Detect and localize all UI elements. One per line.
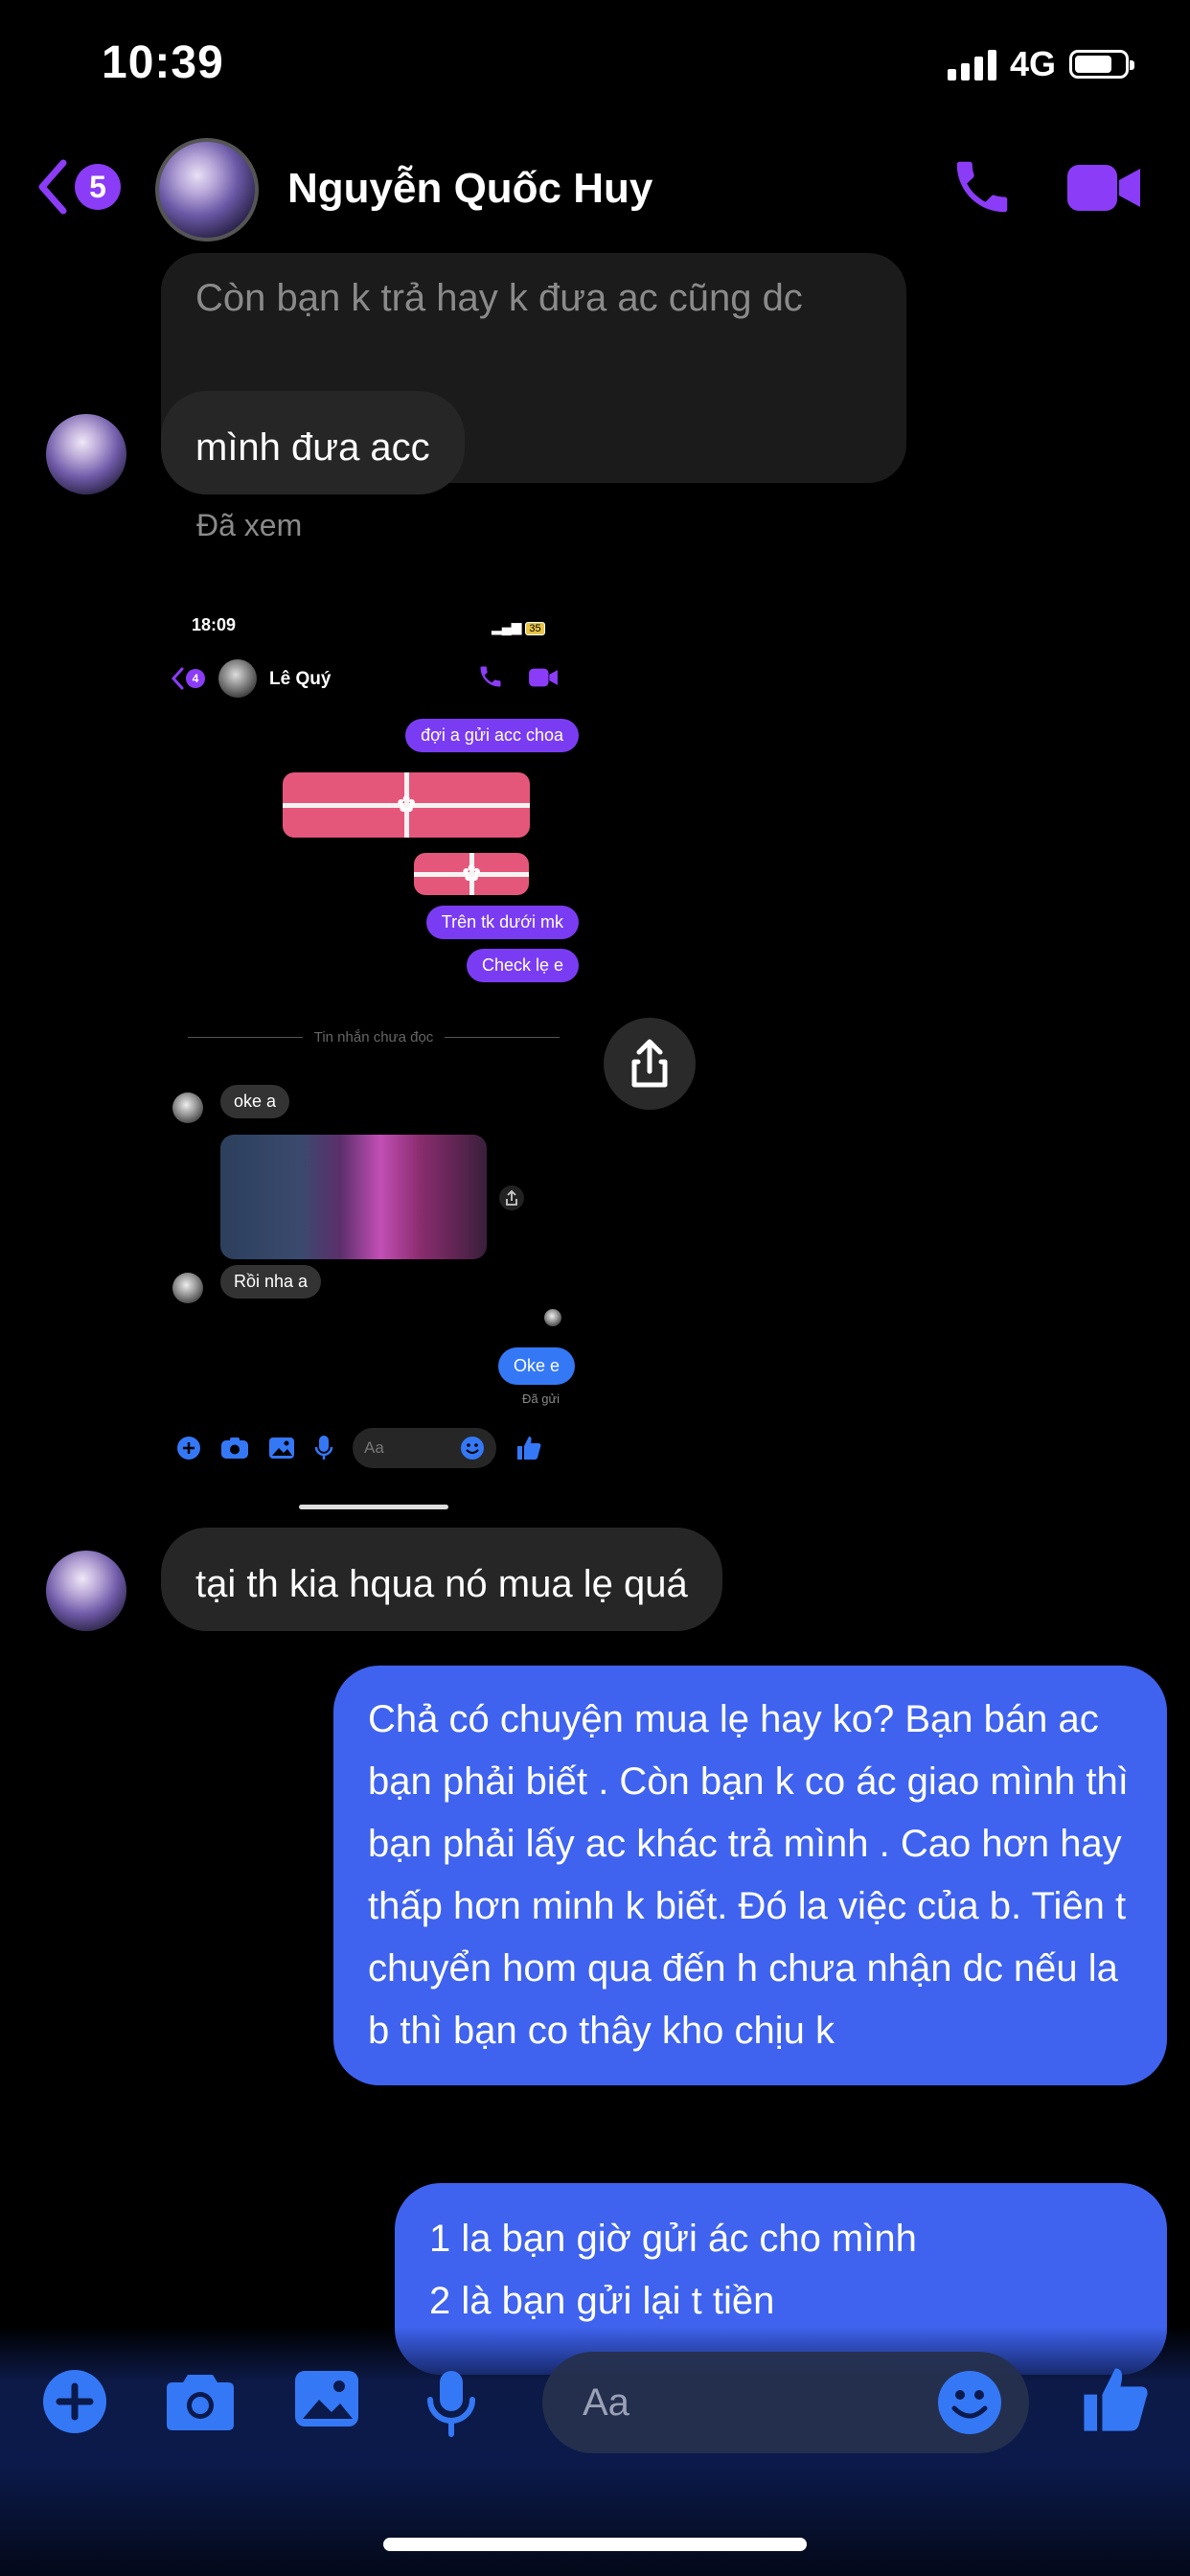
seen-label: Đã xem [196,508,303,542]
screenshot-sender-avatar [172,1273,203,1303]
status-indicators: 4G [947,44,1134,84]
microphone-icon [314,1436,333,1460]
gift-sticker: ✿ [283,772,530,838]
outgoing-message[interactable]: Chả có chuyện mua lẹ hay ko? Bạn bán ac … [333,1666,1167,2085]
plus-icon [177,1437,200,1460]
image-icon [295,2371,358,2426]
home-indicator [383,2538,807,2551]
message-input[interactable]: Aa [542,2352,1029,2453]
video-camera-icon [1067,165,1140,211]
more-actions-button[interactable] [42,2369,107,2439]
chevron-left-icon [38,159,67,215]
camera-icon [221,1438,248,1459]
camera-icon [167,2375,234,2430]
camera-button[interactable] [165,2369,236,2437]
unread-divider: Tin nhắn chưa đọc [188,1029,561,1046]
screenshot-time: 18:09 [192,615,237,634]
screenshot-sender-avatar [172,1092,203,1123]
gallery-button[interactable] [293,2369,360,2433]
screenshot-avatar [218,659,257,698]
microphone-icon [427,2371,475,2437]
incoming-message[interactable]: mình đưa acc [161,391,465,494]
gift-sticker: ✿ [414,853,529,895]
share-icon [604,1018,696,1110]
screenshot-home-indicator [299,1505,448,1509]
screenshot-sent-label: Đã gửi [522,1392,561,1406]
screenshot-input-placeholder: Aa [364,1438,384,1457]
game-screenshot-thumbnail [220,1135,487,1259]
screenshot-badge: 4 [186,669,205,688]
screenshot-read-receipt [544,1309,561,1326]
screenshot-msg: Check lẹ e [466,949,579,982]
unread-badge: 5 [75,164,121,210]
emoji-icon [461,1437,484,1460]
shared-screenshot-image[interactable]: 18:09 ▂▄▆ 35 4 Lê Quý đợi a gửi acc choa… [161,602,586,1522]
bow-icon: ✿ [461,861,482,886]
screenshot-msg: Trên tk dưới mk [425,906,579,939]
thumbs-up-icon [517,1437,541,1460]
screenshot-toolbar: Aa [176,1428,569,1468]
screenshot-status-icons: ▂▄▆ 35 [492,619,545,635]
screenshot-input: Aa [353,1428,496,1468]
screenshot-back: 4 [171,667,205,690]
video-camera-icon [527,667,560,693]
unread-divider-label: Tin nhắn chưa đọc [313,1029,434,1046]
thumbs-up-icon [1084,2368,1148,2431]
screenshot-msg: Oke e [497,1347,575,1385]
like-button[interactable] [1079,2363,1152,2441]
status-time: 10:39 [102,37,224,88]
chevron-left-icon [171,667,184,690]
message-input-placeholder: Aa [583,2380,629,2424]
bow-icon: ✿ [396,792,417,817]
sender-avatar[interactable] [46,1551,126,1631]
message-line: 1 la bạn giờ gửi ác cho mình [429,2218,917,2260]
message-line: 2 là bạn gửi lại t tiền [429,2280,775,2322]
share-button[interactable] [604,1018,696,1115]
audio-call-button[interactable] [949,153,1016,225]
screenshot-contact-name: Lê Quý [269,669,332,689]
contact-name[interactable]: Nguyễn Quốc Huy [287,165,652,213]
voice-button[interactable] [425,2369,477,2443]
plus-circle-icon [43,2370,106,2433]
video-call-button[interactable] [1065,161,1142,219]
screenshot-msg: oke a [220,1085,290,1118]
sender-avatar[interactable] [46,414,126,494]
share-icon [498,1184,525,1216]
contact-avatar[interactable] [155,138,259,242]
phone-icon [956,161,1008,213]
image-icon [269,1438,294,1459]
signal-icon [947,48,996,80]
screenshot-battery: 35 [525,622,545,635]
screenshot-msg: đợi a gửi acc choa [405,719,579,752]
incoming-message[interactable]: tại th kia hqua nó mua lẹ quá [161,1528,722,1631]
back-button[interactable]: 5 [34,157,121,217]
network-type: 4G [1009,44,1056,83]
battery-icon [1069,50,1134,79]
phone-icon [477,663,504,695]
emoji-icon[interactable] [937,2370,1002,2435]
screenshot-msg: Rồi nha a [220,1265,322,1299]
